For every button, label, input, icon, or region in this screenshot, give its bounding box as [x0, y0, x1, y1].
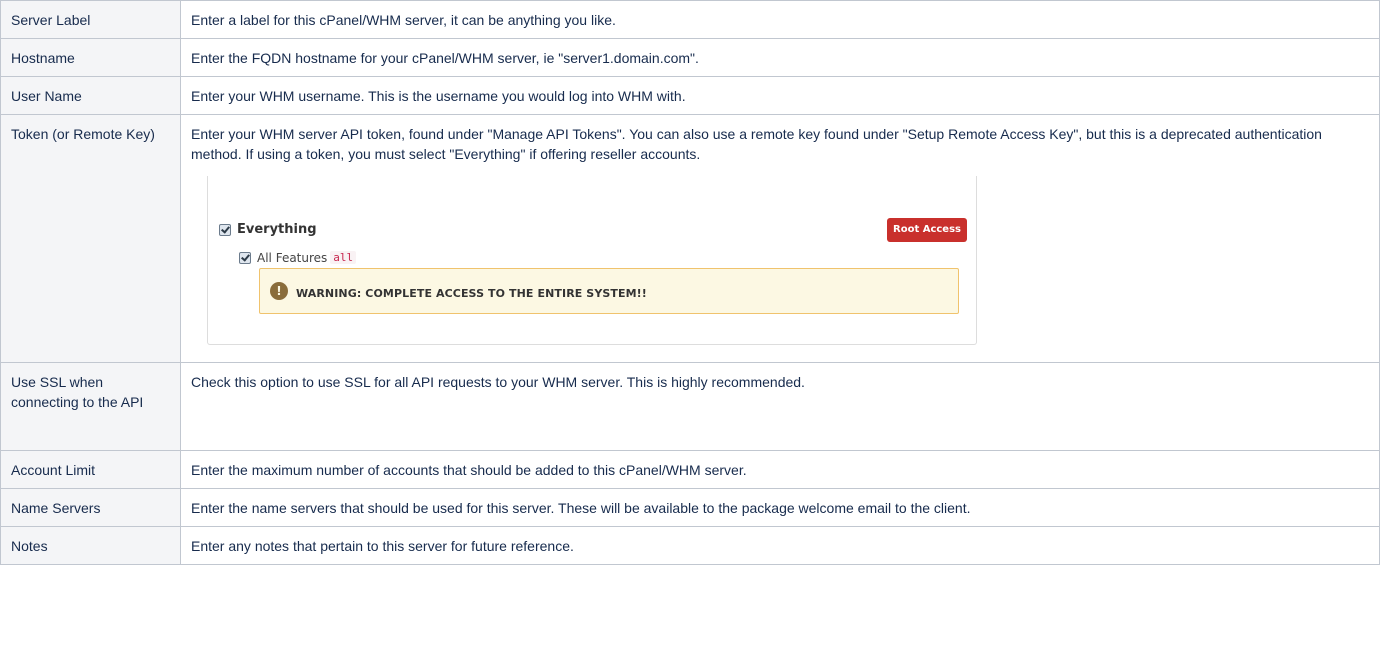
table-row: Token (or Remote Key) Enter your WHM ser… [0, 114, 1380, 363]
field-label: Name Servers [0, 488, 181, 527]
root-access-badge: Root Access [887, 218, 967, 242]
exclamation-icon: ! [270, 282, 288, 300]
all-features-option: All Features all [239, 247, 357, 268]
checkbox-checked-icon [239, 251, 251, 264]
table-row: Name Servers Enter the name servers that… [0, 488, 1380, 527]
field-label: Token (or Remote Key) [0, 114, 181, 363]
field-description: Check this option to use SSL for all API… [180, 362, 1380, 451]
warning-box: ! WARNING: COMPLETE ACCESS TO THE ENTIRE… [259, 268, 959, 314]
field-label: Server Label [0, 0, 181, 39]
all-features-code: all [330, 250, 357, 264]
field-label: Hostname [0, 38, 181, 77]
everything-option: Everything [219, 220, 317, 241]
field-label: Use SSL when connecting to the API [0, 362, 181, 451]
field-description: Enter your WHM server API token, found u… [191, 126, 1322, 162]
field-description: Enter the name servers that should be us… [180, 488, 1380, 527]
token-permissions-screenshot: Everything Root Access All Features all !… [207, 176, 977, 346]
field-description: Enter the FQDN hostname for your cPanel/… [180, 38, 1380, 77]
table-row: Hostname Enter the FQDN hostname for you… [0, 38, 1380, 77]
table-row: Use SSL when connecting to the API Check… [0, 362, 1380, 451]
field-label: Account Limit [0, 450, 181, 489]
table-row: User Name Enter your WHM username. This … [0, 76, 1380, 115]
table-row: Account Limit Enter the maximum number o… [0, 450, 1380, 489]
warning-text: WARNING: COMPLETE ACCESS TO THE ENTIRE S… [296, 287, 647, 300]
field-label: Notes [0, 526, 181, 565]
field-description-cell: Enter your WHM server API token, found u… [180, 114, 1380, 363]
server-fields-table: Server Label Enter a label for this cPan… [0, 0, 1380, 565]
field-label: User Name [0, 76, 181, 115]
table-row: Server Label Enter a label for this cPan… [0, 0, 1380, 39]
field-description: Enter your WHM username. This is the use… [180, 76, 1380, 115]
field-description: Enter a label for this cPanel/WHM server… [180, 0, 1380, 39]
checkbox-checked-icon [219, 224, 231, 236]
table-row: Notes Enter any notes that pertain to th… [0, 526, 1380, 565]
field-description: Enter the maximum number of accounts tha… [180, 450, 1380, 489]
everything-label: Everything [237, 222, 317, 237]
all-features-label: All Features [257, 250, 328, 265]
field-description: Enter any notes that pertain to this ser… [180, 526, 1380, 565]
